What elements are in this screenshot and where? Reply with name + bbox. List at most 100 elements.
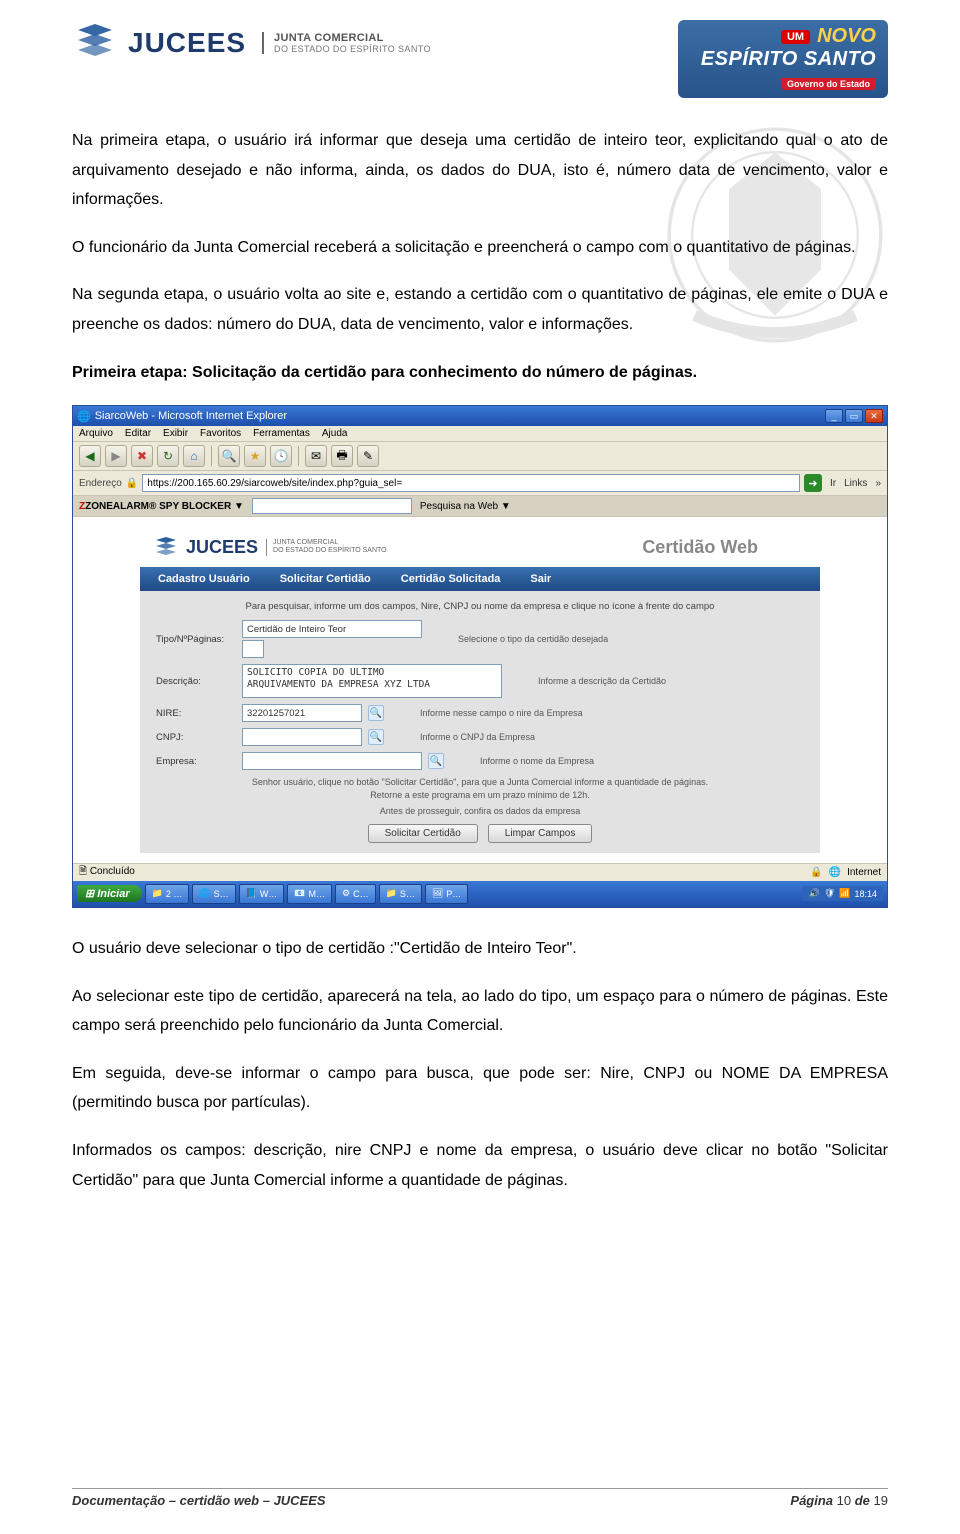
go-button[interactable]: ➜ xyxy=(804,474,822,492)
task-item[interactable]: 🖼P… xyxy=(425,884,468,904)
go-label: Ir xyxy=(830,478,836,489)
help-cnpj: Informe o CNPJ da Empresa xyxy=(420,732,535,742)
favorites-button[interactable]: ★ xyxy=(244,445,266,467)
input-cnpj[interactable] xyxy=(242,728,362,746)
page-footer: Documentação – certidão web – JUCEES Pág… xyxy=(72,1488,888,1508)
app-page-title: Certidão Web xyxy=(642,537,808,558)
address-input[interactable]: https://200.165.60.29/siarcoweb/site/ind… xyxy=(142,474,800,492)
button-solicitar-certidao[interactable]: Solicitar Certidão xyxy=(368,824,478,843)
paragraph-5: O usuário deve selecionar o tipo de cert… xyxy=(72,934,888,964)
zonealarm-search-input[interactable] xyxy=(252,498,412,514)
address-bar: Endereço 🔒 https://200.165.60.29/siarcow… xyxy=(73,471,887,496)
jucees-subtitle: JUNTA COMERCIAL DO ESTADO DO ESPÍRITO SA… xyxy=(262,32,431,54)
help-empresa: Informe o nome da Empresa xyxy=(480,756,594,766)
input-num-paginas[interactable] xyxy=(242,640,264,658)
refresh-button[interactable]: ↻ xyxy=(157,445,179,467)
form-footer-text-2: Antes de prosseguir, confira os dados da… xyxy=(156,805,804,818)
search-empresa-icon[interactable]: 🔍 xyxy=(428,753,444,769)
label-nire: NIRE: xyxy=(156,708,236,719)
input-empresa[interactable] xyxy=(242,752,422,770)
nav-tabs: Cadastro Usuário Solicitar Certidão Cert… xyxy=(140,567,820,591)
back-button[interactable]: ◀ xyxy=(79,445,101,467)
zonealarm-search-label[interactable]: Pesquisa na Web ▼ xyxy=(420,501,511,512)
task-item[interactable]: 📧M… xyxy=(287,884,332,904)
windows-icon: ⊞ xyxy=(85,887,94,900)
espirito-santo-badge: UM NOVO ESPÍRITO SANTO Governo do Estado xyxy=(678,20,888,98)
status-left: 🗎 Concluído xyxy=(79,864,135,881)
search-button[interactable]: 🔍 xyxy=(218,445,240,467)
start-button[interactable]: ⊞ Iniciar xyxy=(77,885,142,902)
edit-button[interactable]: ✎ xyxy=(357,445,379,467)
document-body: Na primeira etapa, o usuário irá informa… xyxy=(72,126,888,387)
label-empresa: Empresa: xyxy=(156,756,236,767)
address-label: Endereço xyxy=(79,478,122,489)
status-bar: 🗎 Concluído 🔒 🌐 Internet xyxy=(73,863,887,881)
zonealarm-brand: ZZONEALARM® SPY BLOCKER ▼ xyxy=(79,501,244,512)
menu-editar[interactable]: Editar xyxy=(125,428,151,439)
maximize-button[interactable]: ▭ xyxy=(845,409,863,423)
zonealarm-bar: ZZONEALARM® SPY BLOCKER ▼ Pesquisa na We… xyxy=(73,496,887,517)
task-item[interactable]: 🌐S… xyxy=(192,884,235,904)
tray-icon: 🔊 xyxy=(809,888,820,899)
search-nire-icon[interactable]: 🔍 xyxy=(368,705,384,721)
help-nire: Informe nesse campo o nire da Empresa xyxy=(420,708,583,718)
form-footer-text-1: Senhor usuário, clique no botão "Solicit… xyxy=(156,776,804,801)
lock-icon: 🔒 xyxy=(126,478,138,489)
form-hint: Para pesquisar, informe um dos campos, N… xyxy=(156,601,804,612)
home-button[interactable]: ⌂ xyxy=(183,445,205,467)
toolbar: ◀ ▶ ✖ ↻ ⌂ 🔍 ★ 🕓 ✉ 🖶 ✎ xyxy=(73,442,887,471)
links-label[interactable]: Links xyxy=(844,478,867,489)
search-cnpj-icon[interactable]: 🔍 xyxy=(368,729,384,745)
select-tipo-certidao[interactable]: Certidão de Inteiro Teor xyxy=(242,620,422,638)
tab-solicitar[interactable]: Solicitar Certidão xyxy=(280,573,371,585)
form-area: Para pesquisar, informe um dos campos, N… xyxy=(140,591,820,853)
label-cnpj: CNPJ: xyxy=(156,732,236,743)
button-limpar-campos[interactable]: Limpar Campos xyxy=(488,824,593,843)
done-icon: 🗎 xyxy=(79,866,87,877)
status-zone: Internet xyxy=(847,867,881,878)
page-header: JUCEES JUNTA COMERCIAL DO ESTADO DO ESPÍ… xyxy=(72,20,888,98)
row-empresa: Empresa: 🔍 Informe o nome da Empresa xyxy=(156,752,804,770)
stop-button[interactable]: ✖ xyxy=(131,445,153,467)
system-tray[interactable]: 🔊 🛡 📶 18:14 xyxy=(803,886,883,901)
help-descricao: Informe a descrição da Certidão xyxy=(538,676,666,686)
paragraph-4-heading: Primeira etapa: Solicitação da certidão … xyxy=(72,358,888,388)
links-chevron-icon[interactable]: » xyxy=(875,478,881,489)
close-button[interactable]: ✕ xyxy=(865,409,883,423)
menu-exibir[interactable]: Exibir xyxy=(163,428,188,439)
task-item[interactable]: 📁2 … xyxy=(145,884,190,904)
footer-page-number: Página 10 de 19 xyxy=(790,1493,888,1508)
embedded-browser-window: 🌐 SiarcoWeb - Microsoft Internet Explore… xyxy=(72,405,888,908)
tab-cadastro[interactable]: Cadastro Usuário xyxy=(158,573,250,585)
tray-icon: 📶 xyxy=(839,888,850,899)
tab-solicitada[interactable]: Certidão Solicitada xyxy=(401,573,501,585)
label-descricao: Descrição: xyxy=(156,676,236,687)
menu-ajuda[interactable]: Ajuda xyxy=(322,428,348,439)
task-item[interactable]: ⚙C… xyxy=(335,884,376,904)
print-button[interactable]: 🖶 xyxy=(331,445,353,467)
ie-icon: 🌐 xyxy=(77,410,91,423)
input-nire[interactable]: 32201257021 xyxy=(242,704,362,722)
tray-icon: 🛡 xyxy=(824,888,835,899)
document-body-continued: O usuário deve selecionar o tipo de cert… xyxy=(72,934,888,1195)
tab-sair[interactable]: Sair xyxy=(530,573,551,585)
label-tipo: Tipo/NºPáginas: xyxy=(156,634,236,645)
lock-status-icon: 🔒 xyxy=(810,867,822,878)
row-cnpj: CNPJ: 🔍 Informe o CNPJ da Empresa xyxy=(156,728,804,746)
paragraph-2: O funcionário da Junta Comercial receber… xyxy=(72,233,888,263)
jucees-cube-icon xyxy=(72,20,118,66)
menu-arquivo[interactable]: Arquivo xyxy=(79,428,113,439)
textarea-descricao[interactable]: SOLICITO COPIA DO ULTIMO ARQUIVAMENTO DA… xyxy=(242,664,502,698)
menu-ferramentas[interactable]: Ferramentas xyxy=(253,428,310,439)
task-item[interactable]: 📁S… xyxy=(379,884,422,904)
task-item[interactable]: 📘W… xyxy=(239,884,285,904)
paragraph-6: Ao selecionar este tipo de certidão, apa… xyxy=(72,982,888,1041)
mail-button[interactable]: ✉ xyxy=(305,445,327,467)
app-banner: JUCEES JUNTA COMERCIAL DO ESTADO DO ESPÍ… xyxy=(140,527,820,567)
forward-button[interactable]: ▶ xyxy=(105,445,127,467)
menu-favoritos[interactable]: Favoritos xyxy=(200,428,241,439)
clock: 18:14 xyxy=(854,889,877,899)
minimize-button[interactable]: _ xyxy=(825,409,843,423)
internet-zone-icon: 🌐 xyxy=(829,867,841,878)
history-button[interactable]: 🕓 xyxy=(270,445,292,467)
